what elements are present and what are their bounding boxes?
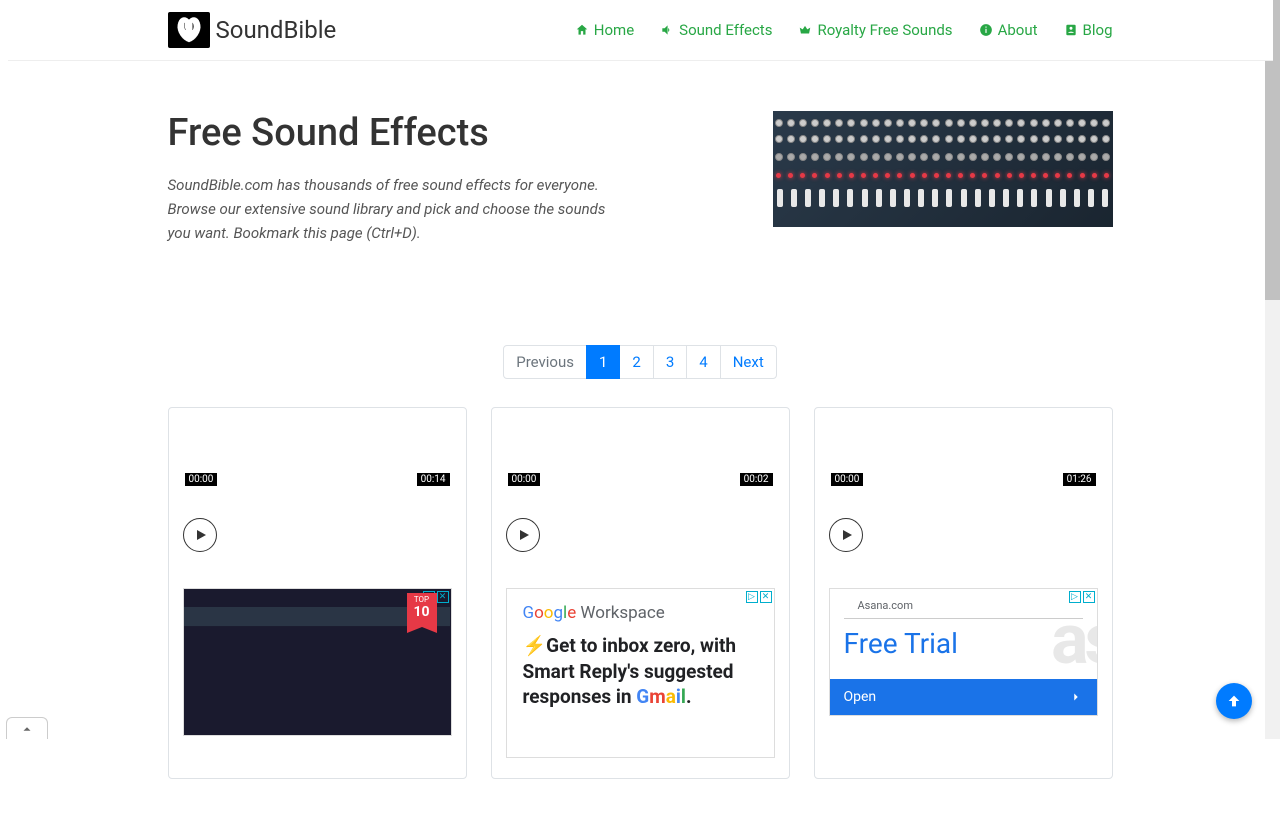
time-end: 00:02 bbox=[740, 473, 773, 486]
nav-about-label: About bbox=[998, 21, 1038, 39]
scroll-to-top-button[interactable] bbox=[1216, 683, 1252, 719]
ad-brand-suffix: Workspace bbox=[580, 603, 664, 623]
ad-google-workspace[interactable]: ▷✕ Google Workspace ⚡Get to inbox zero, … bbox=[506, 588, 775, 758]
home-icon bbox=[575, 23, 589, 37]
time-start: 00:00 bbox=[831, 473, 864, 486]
logo-text: SoundBible bbox=[216, 16, 337, 44]
nav-home[interactable]: Home bbox=[575, 21, 634, 39]
nav-royalty-free[interactable]: Royalty Free Sounds bbox=[798, 21, 952, 39]
page-title: Free Sound Effects bbox=[168, 111, 737, 155]
waveform[interactable]: for(let i=0;i<90;i++){let h=7+Math.abs(M… bbox=[829, 422, 1098, 512]
ad-brand: Google Workspace bbox=[523, 603, 758, 623]
play-button[interactable] bbox=[829, 518, 863, 552]
nav-royalty-label: Royalty Free Sounds bbox=[817, 21, 952, 39]
badge-num: 10 bbox=[407, 605, 437, 620]
ad-text-prefix: Get to inbox zero, with Smart Reply's su… bbox=[523, 634, 737, 708]
chevron-up-icon bbox=[20, 722, 34, 736]
time-start: 00:00 bbox=[508, 473, 541, 486]
nav-about[interactable]: About bbox=[979, 21, 1038, 39]
pagination-next[interactable]: Next bbox=[720, 345, 777, 379]
waveform[interactable]: for(let i=0;i<90;i++){let h=8+Math.abs(M… bbox=[183, 422, 452, 512]
play-button[interactable] bbox=[183, 518, 217, 552]
pagination-previous[interactable]: Previous bbox=[503, 345, 587, 379]
person-icon bbox=[1064, 23, 1078, 37]
crown-icon bbox=[798, 23, 812, 37]
sound-card: for(let i=0;i<90;i++){let h=7+Math.abs(M… bbox=[814, 407, 1113, 779]
play-button[interactable] bbox=[506, 518, 540, 552]
top10-badge: TOP 10 bbox=[407, 593, 437, 627]
bottom-expand-tab[interactable] bbox=[6, 717, 48, 739]
play-icon bbox=[841, 529, 853, 541]
ad-cta-label: Open bbox=[844, 689, 877, 705]
hero-section: Free Sound Effects SoundBible.com has th… bbox=[8, 61, 1273, 275]
time-end: 01:26 bbox=[1063, 473, 1096, 486]
sound-card: for(let i=0;i<90;i++){let h=8+Math.abs(M… bbox=[168, 407, 467, 779]
arrow-up-icon bbox=[1226, 693, 1242, 709]
waveform[interactable]: for(let i=0;i<90;i++){let h=6+Math.abs(M… bbox=[506, 422, 775, 512]
sound-cards: for(let i=0;i<90;i++){let h=8+Math.abs(M… bbox=[8, 407, 1273, 819]
nav-blog[interactable]: Blog bbox=[1064, 21, 1113, 39]
pagination-page-4[interactable]: 4 bbox=[686, 345, 720, 379]
ad-title: Free Trial bbox=[830, 619, 1097, 668]
info-icon bbox=[979, 23, 993, 37]
logo-icon bbox=[168, 12, 210, 48]
ad-audio-editor[interactable]: ▷✕ for(let i=0;i<140;i++){let h=2+Math.a… bbox=[183, 588, 452, 736]
sound-card: for(let i=0;i<90;i++){let h=6+Math.abs(M… bbox=[491, 407, 790, 779]
play-icon bbox=[195, 529, 207, 541]
volume-icon bbox=[660, 23, 674, 37]
nav-home-label: Home bbox=[594, 21, 634, 39]
pagination-page-1[interactable]: 1 bbox=[586, 345, 620, 379]
ad-asana[interactable]: ▷✕ as Asana.com Free Trial Open bbox=[829, 588, 1098, 716]
ad-cta-button[interactable]: Open bbox=[830, 679, 1097, 715]
ad-headline: ⚡Get to inbox zero, with Smart Reply's s… bbox=[523, 633, 758, 710]
pagination-page-3[interactable]: 3 bbox=[653, 345, 687, 379]
time-end: 00:14 bbox=[417, 473, 450, 486]
nav-links: Home Sound Effects Royalty Free Sounds A… bbox=[575, 21, 1113, 39]
pagination-page-2[interactable]: 2 bbox=[619, 345, 653, 379]
play-icon bbox=[518, 529, 530, 541]
pagination: Previous 1 2 3 4 Next bbox=[8, 345, 1273, 379]
nav-sound-effects[interactable]: Sound Effects bbox=[660, 21, 772, 39]
time-start: 00:00 bbox=[185, 473, 218, 486]
ad-info-close[interactable]: ▷✕ bbox=[746, 591, 772, 603]
page-description: SoundBible.com has thousands of free sou… bbox=[168, 173, 628, 245]
hero-image: for(let i=0;i<28;i++)document.write('<di… bbox=[773, 111, 1113, 227]
chevron-right-icon bbox=[1069, 690, 1083, 704]
logo[interactable]: SoundBible bbox=[168, 12, 337, 48]
nav-blog-label: Blog bbox=[1083, 21, 1113, 39]
ad-domain: Asana.com bbox=[844, 589, 1083, 619]
navbar: SoundBible Home Sound Effects Royalty Fr… bbox=[8, 0, 1273, 61]
nav-effects-label: Sound Effects bbox=[679, 21, 772, 39]
